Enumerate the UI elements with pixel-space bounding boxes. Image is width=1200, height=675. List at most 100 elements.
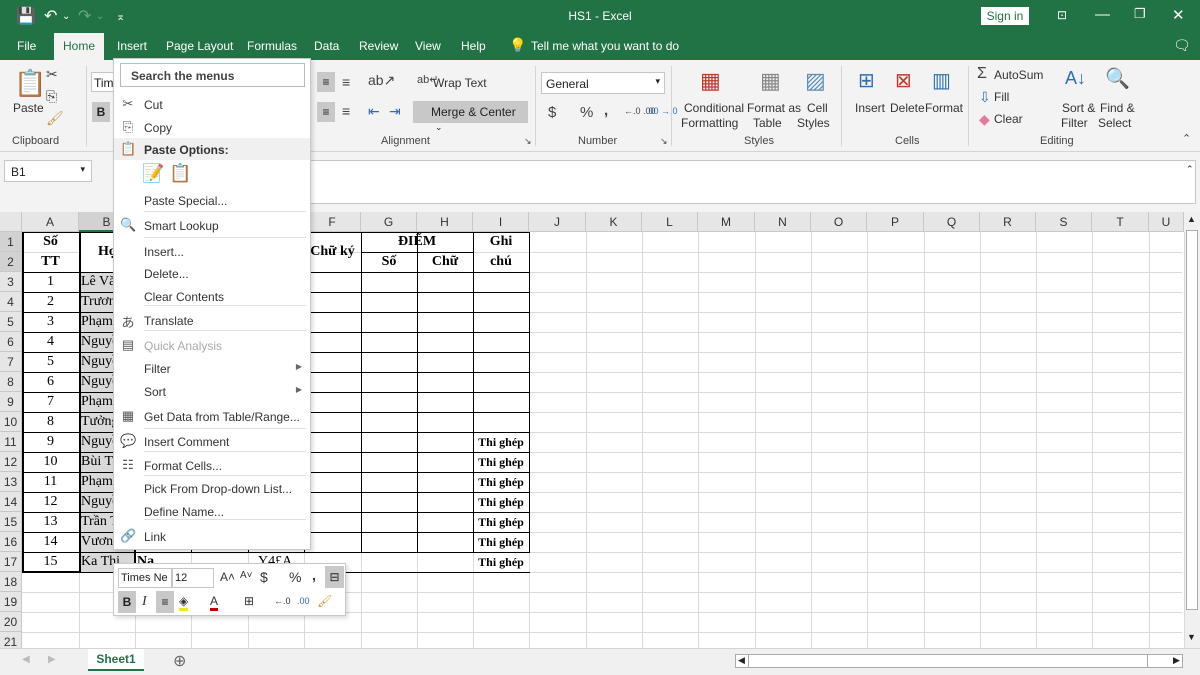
- note-cell[interactable]: [473, 372, 529, 392]
- column-header-f[interactable]: F: [304, 212, 361, 232]
- row-header-15[interactable]: 15: [0, 512, 22, 532]
- menu-item-get-data[interactable]: ▦ Get Data from Table/Range...: [114, 405, 310, 427]
- mini-italic-button[interactable]: I: [142, 594, 147, 610]
- header-diem-so[interactable]: Số: [361, 252, 417, 272]
- mini-merge-button[interactable]: ⊟: [325, 566, 344, 588]
- column-header-t[interactable]: T: [1092, 212, 1149, 232]
- top-align-button[interactable]: ≡: [317, 72, 335, 92]
- mini-percent-button[interactable]: %: [289, 569, 301, 585]
- minimize-icon[interactable]: —: [1095, 6, 1110, 23]
- stt-cell[interactable]: 9: [22, 432, 79, 452]
- scroll-right-icon[interactable]: ▶: [1173, 655, 1180, 666]
- mini-bold-button[interactable]: B: [118, 591, 136, 613]
- tab-page-layout[interactable]: Page Layout: [166, 39, 233, 53]
- scroll-up-icon[interactable]: ▲: [1187, 214, 1196, 224]
- increase-indent-icon[interactable]: ⇥: [389, 103, 401, 120]
- paste-button[interactable]: Paste: [13, 101, 44, 115]
- stt-cell[interactable]: 15: [22, 552, 79, 572]
- row-header-14[interactable]: 14: [0, 492, 22, 512]
- decrease-indent-icon[interactable]: ⇤: [368, 103, 380, 120]
- note-cell[interactable]: Thi ghép: [473, 432, 529, 452]
- paste-values-icon[interactable]: 📋: [164, 163, 191, 183]
- header-ghi-chu[interactable]: Ghi: [473, 232, 529, 252]
- row-header-2[interactable]: 2: [0, 252, 22, 272]
- column-header-a[interactable]: A: [22, 212, 79, 232]
- column-header-i[interactable]: I: [473, 212, 529, 232]
- menu-item-insert-comment[interactable]: 💬 Insert Comment: [114, 430, 310, 452]
- menu-item-cut[interactable]: ✂ Cut: [114, 93, 310, 115]
- stt-cell[interactable]: 12: [22, 492, 79, 512]
- restore-icon[interactable]: ❐: [1134, 6, 1146, 22]
- conditional-formatting-button[interactable]: Conditional: [684, 101, 744, 115]
- mini-font-name[interactable]: Times Ne: [118, 568, 172, 588]
- sheet-tab-sheet1[interactable]: Sheet1: [88, 649, 144, 671]
- number-launcher-icon[interactable]: ↘: [660, 136, 668, 147]
- stt-cell[interactable]: 2: [22, 292, 79, 312]
- merge-center-button[interactable]: Merge & Center ⌄: [413, 101, 528, 132]
- column-header-o[interactable]: O: [811, 212, 867, 232]
- stt-cell[interactable]: 13: [22, 512, 79, 532]
- ribbon-display-icon[interactable]: ⊡: [1057, 8, 1067, 22]
- copy-icon[interactable]: ⎘: [46, 88, 57, 105]
- scroll-down-icon[interactable]: ▼: [1187, 632, 1196, 642]
- row-header-4[interactable]: 4: [0, 292, 22, 312]
- header-so-tt-2[interactable]: TT: [22, 252, 79, 272]
- mini-increase-decimal[interactable]: ←.0: [274, 596, 291, 606]
- row-header-9[interactable]: 9: [0, 392, 22, 412]
- header-chu-ky[interactable]: Chữ ký: [304, 232, 361, 272]
- menu-item-sort[interactable]: Sort ▶: [114, 380, 310, 402]
- column-header-l[interactable]: L: [642, 212, 698, 232]
- stt-cell[interactable]: 7: [22, 392, 79, 412]
- orientation-icon[interactable]: ab↗: [368, 72, 395, 89]
- stt-cell[interactable]: 14: [22, 532, 79, 552]
- format-as-table-button[interactable]: Format as: [747, 101, 801, 115]
- tab-review[interactable]: Review: [359, 39, 398, 53]
- paste-formatting-icon[interactable]: 📝: [142, 163, 164, 183]
- stt-cell[interactable]: 1: [22, 272, 79, 292]
- note-cell[interactable]: [473, 412, 529, 432]
- mini-font-size[interactable]: 12: [172, 568, 214, 588]
- sort-filter-button[interactable]: Sort &: [1062, 101, 1095, 115]
- note-cell[interactable]: Thi ghép: [473, 512, 529, 532]
- note-cell[interactable]: [473, 292, 529, 312]
- shrink-font-button[interactable]: A˅: [240, 570, 253, 581]
- note-cell[interactable]: Thi ghép: [473, 532, 529, 552]
- note-cell[interactable]: [473, 312, 529, 332]
- clear-button[interactable]: Clear: [994, 112, 1023, 126]
- column-header-j[interactable]: J: [529, 212, 586, 232]
- expand-formula-bar-icon[interactable]: ⌃: [1186, 164, 1194, 175]
- next-sheet-icon[interactable]: ▶: [48, 654, 56, 665]
- sign-in-button[interactable]: Sign in: [981, 7, 1029, 25]
- row-header-11[interactable]: 11: [0, 432, 22, 452]
- tab-data[interactable]: Data: [314, 39, 339, 53]
- bold-button[interactable]: B: [92, 102, 110, 122]
- tab-home[interactable]: Home: [54, 33, 105, 60]
- fill-color-button[interactable]: ◈: [179, 594, 189, 611]
- menu-item-link[interactable]: 🔗 Link: [114, 525, 310, 547]
- stt-cell[interactable]: 8: [22, 412, 79, 432]
- autosum-button[interactable]: AutoSum: [994, 68, 1043, 82]
- tab-insert[interactable]: Insert: [117, 39, 147, 53]
- row-header-17[interactable]: 17: [0, 552, 22, 572]
- row-header-1[interactable]: 1: [0, 232, 22, 252]
- note-cell[interactable]: Thi ghép: [473, 472, 529, 492]
- delete-cells-button[interactable]: Delete: [890, 101, 925, 115]
- horizontal-scroll-thumb[interactable]: [748, 655, 1148, 667]
- note-cell[interactable]: [473, 352, 529, 372]
- right-align-icon[interactable]: ≡: [342, 103, 350, 119]
- menu-item-format-cells[interactable]: ☷ Format Cells...: [114, 454, 310, 476]
- column-header-h[interactable]: H: [417, 212, 473, 232]
- search-menus-input[interactable]: Search the menus: [120, 63, 305, 87]
- decrease-decimal-button[interactable]: .00 →.0: [646, 106, 678, 116]
- close-icon[interactable]: ✕: [1172, 6, 1185, 24]
- column-header-p[interactable]: P: [867, 212, 924, 232]
- stt-cell[interactable]: 4: [22, 332, 79, 352]
- column-header-s[interactable]: S: [1036, 212, 1092, 232]
- comments-icon[interactable]: 🗨: [1173, 37, 1191, 54]
- header-diem-chu[interactable]: Chữ: [417, 252, 473, 272]
- mini-decrease-decimal[interactable]: .00: [297, 596, 310, 606]
- mini-format-painter[interactable]: 🖌: [317, 594, 332, 608]
- note-cell[interactable]: Thi ghép: [473, 452, 529, 472]
- column-header-m[interactable]: M: [698, 212, 755, 232]
- note-cell[interactable]: [473, 392, 529, 412]
